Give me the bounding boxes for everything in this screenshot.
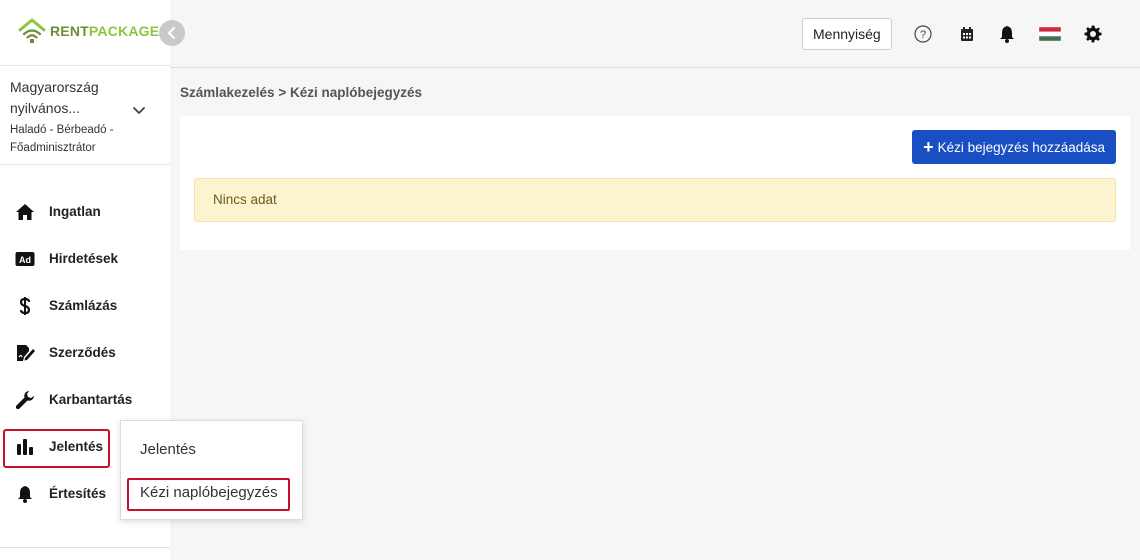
sidebar-item-szerzodes[interactable]: Szerződés bbox=[0, 329, 170, 376]
sidebar-item-label: Értesítés bbox=[49, 486, 107, 501]
svg-text:?: ? bbox=[920, 29, 926, 41]
sidebar-item-szamlazas[interactable]: Számlázás bbox=[0, 282, 170, 329]
account-role: Haladó - Bérbeadó - Főadminisztrátor bbox=[10, 124, 114, 154]
sidebar-item-label: Ingatlan bbox=[49, 204, 101, 219]
sidebar-item-label: Hirdetések bbox=[49, 251, 119, 266]
wifi-house-logo-icon bbox=[18, 18, 46, 43]
brand-part-package: PACKAGE bbox=[88, 23, 160, 39]
submenu-item-jelentes[interactable]: Jelentés bbox=[121, 432, 304, 468]
dollar-icon bbox=[14, 296, 36, 316]
add-manual-entry-button[interactable]: + Kézi bejegyzés hozzáadása bbox=[912, 130, 1116, 164]
brand-part-rent: RENT bbox=[50, 23, 89, 39]
top-header: Mennyiség ? bbox=[170, 0, 1140, 68]
svg-text:Ad: Ad bbox=[19, 255, 31, 265]
notification-bell-icon[interactable] bbox=[996, 23, 1018, 45]
bar-chart-icon bbox=[14, 437, 36, 457]
jelentes-submenu: Jelentés Kézi naplóbejegyzés bbox=[120, 420, 303, 520]
account-switcher[interactable]: Magyarország nyilvános... Haladó - Bérbe… bbox=[0, 66, 170, 165]
account-name: Magyarország nyilvános... bbox=[10, 79, 99, 116]
sidebar-item-karbantartas[interactable]: Karbantartás bbox=[0, 376, 170, 423]
gear-icon[interactable] bbox=[1082, 23, 1104, 45]
sidebar-item-label: Karbantartás bbox=[49, 392, 133, 407]
content-panel: + Kézi bejegyzés hozzáadása Nincs adat bbox=[180, 116, 1130, 250]
logo-row: RENTPACKAGE bbox=[0, 0, 170, 66]
breadcrumb: Számlakezelés > Kézi naplóbejegyzés bbox=[180, 85, 422, 100]
chevron-left-icon bbox=[168, 27, 175, 39]
wrench-icon bbox=[14, 390, 36, 410]
quantity-button[interactable]: Mennyiség bbox=[802, 18, 892, 50]
add-button-label: Kézi bejegyzés hozzáadása bbox=[937, 139, 1105, 155]
logo[interactable]: RENTPACKAGE bbox=[18, 18, 159, 44]
ad-icon: Ad bbox=[14, 249, 36, 269]
breadcrumb-current: Kézi naplóbejegyzés bbox=[290, 85, 423, 100]
flag-hu-icon[interactable] bbox=[1038, 23, 1062, 45]
home-icon bbox=[14, 202, 36, 222]
collapse-sidebar-button[interactable] bbox=[159, 20, 185, 46]
bell-icon bbox=[14, 484, 36, 504]
sidebar-item-label: Számlázás bbox=[49, 298, 118, 313]
sidebar-item-label: Jelentés bbox=[49, 439, 104, 454]
sidebar-item-label: Szerződés bbox=[49, 345, 116, 360]
breadcrumb-separator: > bbox=[278, 85, 287, 100]
plus-icon: + bbox=[923, 137, 934, 157]
sidebar-item-hirdetesek[interactable]: Ad Hirdetések bbox=[0, 235, 170, 282]
chevron-down-icon[interactable] bbox=[132, 106, 146, 116]
help-icon[interactable]: ? bbox=[912, 23, 934, 45]
sidebar-item-ingatlan[interactable]: Ingatlan bbox=[0, 188, 170, 235]
empty-state-alert: Nincs adat bbox=[194, 178, 1116, 222]
brand-name: RENTPACKAGE bbox=[50, 23, 159, 39]
submenu-item-kezi-naplobejegyzes[interactable]: Kézi naplóbejegyzés bbox=[121, 475, 304, 511]
contract-icon bbox=[14, 343, 36, 363]
calendar-icon[interactable] bbox=[956, 23, 978, 45]
breadcrumb-parent[interactable]: Számlakezelés bbox=[180, 85, 275, 100]
divider bbox=[0, 547, 170, 548]
